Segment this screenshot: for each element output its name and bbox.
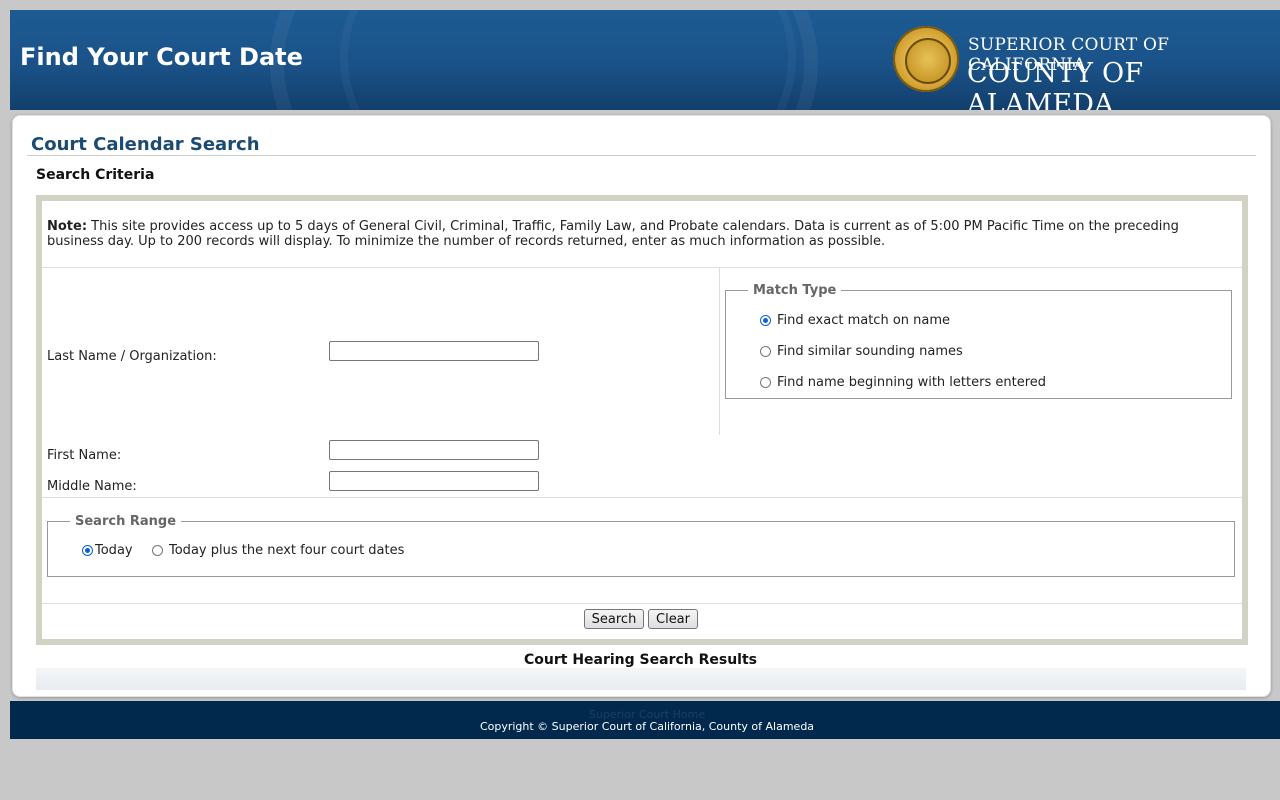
note-body: This site provides access up to 5 days o… (47, 219, 1179, 249)
results-area (36, 668, 1246, 690)
range-next-four-option[interactable]: Today plus the next four court dates (152, 543, 404, 558)
note-label: Note: (47, 219, 88, 234)
radio-button[interactable] (760, 377, 771, 388)
divider (27, 155, 1256, 156)
clear-button[interactable]: Clear (648, 609, 698, 629)
match-similar-option[interactable]: Find similar sounding names (760, 344, 963, 359)
header-banner: Find Your Court Date SUPERIOR COURT OF C… (10, 10, 1280, 110)
copyright-text: Copyright © Superior Court of California… (479, 720, 815, 733)
banner-decoration (340, 10, 796, 110)
search-range-legend: Search Range (75, 514, 177, 529)
radio-button[interactable] (760, 346, 771, 357)
site-title: Find Your Court Date (20, 43, 303, 71)
court-seal-icon (893, 26, 959, 92)
search-criteria-heading: Search Criteria (36, 167, 155, 183)
option-label: Find exact match on name (777, 313, 951, 328)
divider (719, 268, 720, 435)
match-beginning-option[interactable]: Find name beginning with letters entered (760, 375, 1046, 390)
results-heading: Court Hearing Search Results (523, 652, 758, 668)
page-title: Court Calendar Search (31, 134, 260, 155)
middle-name-label: Middle Name: (47, 479, 137, 494)
last-name-input[interactable] (329, 341, 539, 361)
option-label: Find name beginning with letters entered (777, 375, 1047, 390)
search-form: Note: This site provides access up to 5 … (36, 195, 1248, 645)
radio-button[interactable] (82, 545, 93, 556)
divider (42, 603, 1242, 604)
divider (42, 497, 1242, 498)
divider (42, 267, 1242, 268)
top-strip (0, 0, 1280, 10)
middle-name-input[interactable] (329, 471, 539, 491)
option-label: Today plus the next four court dates (169, 543, 405, 558)
match-exact-option[interactable]: Find exact match on name (760, 313, 950, 328)
range-today-option[interactable]: Today (82, 543, 133, 558)
footer: Superior Court Home Copyright © Superior… (10, 701, 1280, 739)
match-type-legend: Match Type (753, 283, 837, 298)
radio-button[interactable] (152, 545, 163, 556)
note-text: Note: This site provides access up to 5 … (47, 219, 1232, 249)
search-button[interactable]: Search (584, 609, 644, 629)
option-label: Today (95, 543, 133, 558)
court-name-line2: COUNTY OF ALAMEDA (967, 58, 1144, 110)
content-panel: Court Calendar Search Search Criteria No… (12, 115, 1271, 697)
radio-button[interactable] (760, 315, 771, 326)
first-name-label: First Name: (47, 448, 122, 463)
last-name-label: Last Name / Organization: (47, 349, 217, 364)
option-label: Find similar sounding names (777, 344, 963, 359)
first-name-input[interactable] (329, 440, 539, 460)
